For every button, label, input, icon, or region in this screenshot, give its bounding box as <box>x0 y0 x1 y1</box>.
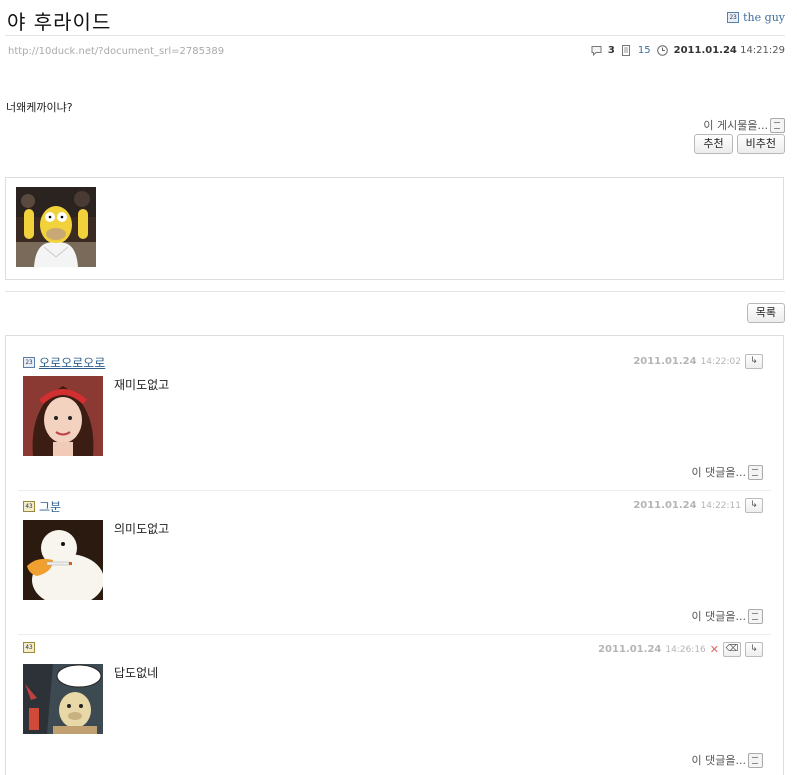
speech-bubble-icon <box>591 46 602 56</box>
comment-time: 14:22:02 <box>700 356 741 367</box>
comment-report-label[interactable]: 이 댓글을... <box>692 464 746 480</box>
post-title: 야 후라이드 <box>7 10 112 34</box>
post-meta: 3 15 2011.01.24 14:21:29 <box>591 45 785 56</box>
comment-timestamp: 2011.01.24 14:26:16 ✕ ⌫ ↳ <box>598 642 763 657</box>
comment-nick[interactable]: 오로오로오로 <box>39 354 105 371</box>
comment-avatar <box>23 520 103 600</box>
document-icon <box>621 45 630 56</box>
comment-author[interactable]: 23 오로오로오로 <box>23 354 105 371</box>
comment-date: 2011.01.24 <box>633 500 697 511</box>
comment-author[interactable]: 43 <box>23 642 39 653</box>
level-icon: 23 <box>23 357 35 368</box>
author-signature-box <box>5 177 784 280</box>
report-icon[interactable] <box>748 464 763 480</box>
comment-report[interactable]: 이 댓글을... <box>692 464 763 480</box>
report-icon[interactable] <box>748 752 763 768</box>
view-count: 15 <box>637 45 651 56</box>
post-author[interactable]: 23 the guy <box>727 11 785 24</box>
comment-report-label[interactable]: 이 댓글을... <box>692 752 746 768</box>
comment-text: 답도없네 <box>114 666 159 680</box>
comment-author[interactable]: 43 그분 <box>23 498 61 515</box>
list-button[interactable]: 목록 <box>746 303 785 323</box>
comment-report-label[interactable]: 이 댓글을... <box>692 608 746 624</box>
comment-date: 2011.01.24 <box>598 644 662 655</box>
vote-buttons: 추천 비추천 <box>694 134 785 154</box>
delete-x-icon[interactable]: ✕ <box>710 643 719 656</box>
clock-icon <box>656 45 668 56</box>
eraser-icon[interactable]: ⌫ <box>723 642 741 657</box>
comment-text: 의미도없고 <box>114 522 170 536</box>
comment-divider <box>18 490 771 491</box>
comment-timestamp: 2011.01.24 14:22:02 ↳ <box>633 354 763 369</box>
comment-time: 14:22:11 <box>700 500 741 511</box>
level-icon: 43 <box>23 642 35 653</box>
comment-time: 14:26:16 <box>665 644 706 655</box>
content-divider <box>5 291 785 292</box>
comment-date: 2011.01.24 <box>633 356 697 367</box>
reply-arrow-icon[interactable]: ↳ <box>745 354 763 369</box>
report-label[interactable]: 이 게시물을... <box>703 117 768 133</box>
recommend-button[interactable]: 추천 <box>694 134 733 154</box>
comment-list: 23 오로오로오로 2011.01.24 14:22:02 ↳ 재미도없고 이 … <box>5 335 784 775</box>
comment-divider <box>18 634 771 635</box>
level-icon: 43 <box>23 501 35 512</box>
post-content: 너왜케까이냐? <box>6 101 73 114</box>
reply-arrow-icon[interactable]: ↳ <box>745 498 763 513</box>
report-icon[interactable] <box>748 608 763 624</box>
comment-avatar <box>23 376 103 456</box>
post-date: 2011.01.24 <box>673 45 737 56</box>
comment-text: 재미도없고 <box>114 378 170 392</box>
comment-count: 3 <box>607 45 615 56</box>
author-avatar <box>16 187 96 267</box>
header-divider <box>5 35 785 36</box>
unrecommend-button[interactable]: 비추천 <box>736 134 785 154</box>
comment-report[interactable]: 이 댓글을... <box>692 608 763 624</box>
comment-nick[interactable]: 그분 <box>39 498 61 515</box>
comment-timestamp: 2011.01.24 14:22:11 ↳ <box>633 498 763 513</box>
author-name[interactable]: the guy <box>743 11 785 24</box>
level-icon: 23 <box>727 12 740 23</box>
post-url[interactable]: http://10duck.net/?document_srl=2785389 <box>8 46 224 57</box>
comment-report[interactable]: 이 댓글을... <box>692 752 763 768</box>
reply-arrow-icon[interactable]: ↳ <box>745 642 763 657</box>
report-icon[interactable] <box>770 117 785 133</box>
post-time: 14:21:29 <box>740 45 785 56</box>
comment-avatar <box>23 664 103 734</box>
post-report[interactable]: 이 게시물을... <box>703 117 785 133</box>
